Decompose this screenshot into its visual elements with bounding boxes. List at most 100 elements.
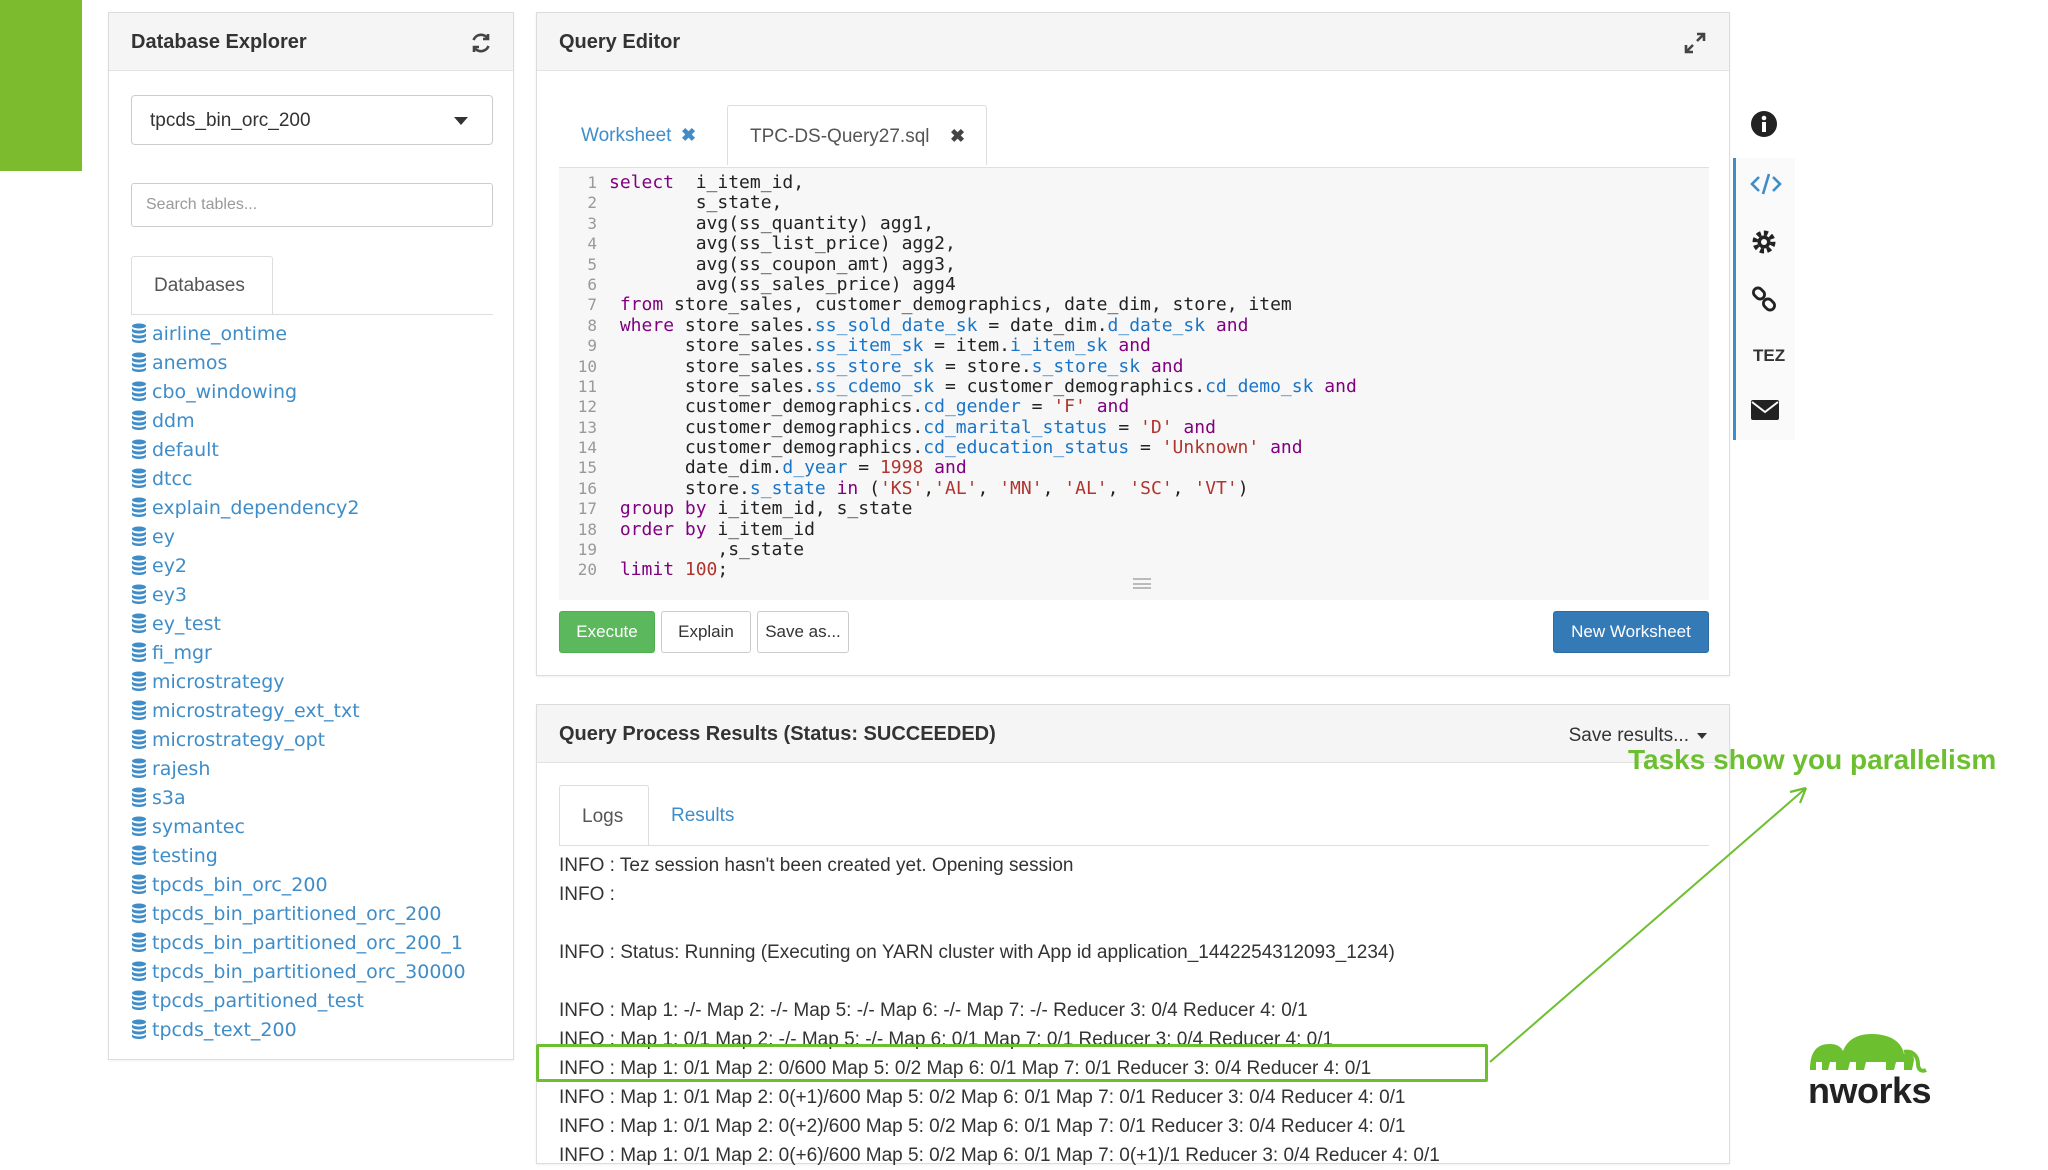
code-token: cd_demo_sk: [1205, 375, 1314, 397]
list-item[interactable]: symantec: [131, 813, 466, 842]
code-token: s_state: [749, 477, 826, 499]
code-lines: select i_item_id, s_state, avg(ss_quanti…: [609, 168, 1357, 581]
code-token: ;: [717, 559, 729, 581]
explain-button[interactable]: Explain: [661, 611, 751, 653]
code-line: group by i_item_id, s_state: [609, 499, 1357, 519]
list-item[interactable]: tpcds_bin_partitioned_orc_200: [131, 900, 466, 929]
refresh-icon[interactable]: [469, 31, 493, 55]
log-line: INFO : Tez session hasn't been created y…: [559, 855, 1074, 876]
envelope-icon: [1751, 400, 1779, 420]
code-token: ss_item_sk: [814, 335, 924, 357]
list-item[interactable]: ey2: [131, 552, 466, 581]
database-icon: [132, 497, 146, 517]
list-item[interactable]: rajesh: [131, 755, 466, 784]
code-token: i_item_id: [706, 518, 815, 540]
tab-databases-label: Databases: [154, 275, 245, 296]
code-token: 'MN': [999, 477, 1043, 499]
code-token: i_item_id, s_state: [706, 498, 913, 520]
search-tables-input[interactable]: [131, 183, 493, 227]
close-icon[interactable]: ✖: [681, 125, 696, 146]
list-item[interactable]: cbo_windowing: [131, 378, 466, 407]
list-item[interactable]: microstrategy_opt: [131, 726, 466, 755]
resize-handle-icon[interactable]: [1133, 578, 1151, 589]
code-token: s_store_sk: [1031, 355, 1141, 377]
database-icon: [132, 381, 146, 401]
code-token: date_dim.: [609, 457, 783, 479]
tab-query-file-label: TPC-DS-Query27.sql: [750, 126, 930, 147]
settings-tool[interactable]: [1733, 214, 1795, 272]
database-explorer-title: Database Explorer: [131, 31, 307, 53]
tab-worksheet[interactable]: Worksheet ✖: [559, 105, 719, 165]
list-item[interactable]: tpcds_bin_partitioned_orc_30000: [131, 958, 466, 987]
list-item[interactable]: anemos: [131, 349, 466, 378]
database-explorer-panel: Database Explorer tpcds_bin_orc_200 Data…: [108, 12, 514, 1060]
log-line: INFO : Status: Running (Executing on YAR…: [559, 942, 1395, 963]
code-line: customer_demographics.cd_gender = 'F' an…: [609, 397, 1357, 417]
save-as-button[interactable]: Save as...: [757, 611, 849, 653]
tab-databases[interactable]: Databases: [131, 256, 273, 314]
tab-results[interactable]: Results: [649, 785, 769, 845]
list-item[interactable]: ddm: [131, 407, 466, 436]
new-worksheet-button[interactable]: New Worksheet: [1553, 611, 1709, 653]
code-token: 'D': [1140, 416, 1173, 438]
list-item[interactable]: ey_test: [131, 610, 466, 639]
link-tool[interactable]: [1733, 272, 1795, 330]
sql-code-editor[interactable]: 1 2 3 4 5 6 7 8 9 10 11 12 13 14 15 16 17 18 19 20 select i…: [559, 167, 1709, 600]
list-item[interactable]: fi_mgr: [131, 639, 466, 668]
list-item[interactable]: explain_dependency2: [131, 494, 466, 523]
line-number: 3: [587, 213, 597, 233]
database-name: tpcds_bin_orc_200: [152, 874, 328, 896]
list-item[interactable]: testing: [131, 842, 466, 871]
list-item[interactable]: tpcds_bin_orc_200: [131, 871, 466, 900]
code-line: avg(ss_quantity) agg1,: [609, 213, 1357, 234]
close-icon[interactable]: ✖: [950, 126, 965, 147]
list-item[interactable]: ey: [131, 523, 466, 552]
database-name: ey: [152, 526, 175, 548]
code-tool[interactable]: [1733, 156, 1795, 214]
code-token: ,: [977, 477, 1000, 499]
code-token: group by: [619, 498, 707, 520]
line-number: 12: [577, 397, 597, 417]
list-item[interactable]: airline_ontime: [131, 320, 466, 349]
list-item[interactable]: microstrategy_ext_txt: [131, 697, 466, 726]
code-line: avg(ss_sales_price) agg4: [609, 274, 1357, 295]
info-tool[interactable]: [1733, 96, 1795, 154]
code-token: cd_gender: [923, 396, 1021, 418]
code-token: ,: [1107, 477, 1130, 499]
code-icon: [1750, 173, 1782, 195]
tab-divider: [131, 314, 493, 315]
expand-icon[interactable]: [1683, 31, 1707, 55]
list-item[interactable]: ey3: [131, 581, 466, 610]
list-item[interactable]: microstrategy: [131, 668, 466, 697]
database-name: dtcc: [152, 468, 193, 490]
list-item[interactable]: default: [131, 436, 466, 465]
code-token: ss_cdemo_sk: [814, 375, 935, 397]
tab-query-file[interactable]: TPC-DS-Query27.sql ✖: [727, 105, 987, 165]
execute-button[interactable]: Execute: [559, 611, 655, 653]
code-token: store_sales.: [609, 355, 815, 377]
list-item[interactable]: tpcds_bin_partitioned_orc_200_1: [131, 929, 466, 958]
code-token: and: [1118, 335, 1151, 357]
mail-tool[interactable]: [1733, 384, 1795, 442]
database-icon: [132, 729, 146, 749]
line-number: 18: [577, 519, 597, 539]
tez-tool[interactable]: TEZ: [1753, 346, 1785, 366]
list-item[interactable]: tpcds_text_200: [131, 1016, 466, 1045]
database-select[interactable]: tpcds_bin_orc_200: [131, 95, 493, 145]
tab-logs[interactable]: Logs: [559, 785, 649, 845]
database-icon: [132, 874, 146, 894]
database-icon: [132, 1019, 146, 1039]
code-line: date_dim.d_year = 1998 and: [609, 458, 1357, 478]
code-token: avg(ss_list_price) agg2,: [609, 233, 956, 255]
list-item[interactable]: dtcc: [131, 465, 466, 494]
code-line: avg(ss_coupon_amt) agg3,: [609, 254, 1357, 275]
line-number: 19: [577, 540, 597, 560]
line-number: 17: [577, 499, 597, 519]
list-item[interactable]: tpcds_partitioned_test: [131, 987, 466, 1016]
list-item[interactable]: s3a: [131, 784, 466, 813]
code-token: ,: [923, 477, 935, 499]
query-editor-panel: Query Editor Worksheet ✖ TPC-DS-Query27.…: [536, 12, 1730, 676]
